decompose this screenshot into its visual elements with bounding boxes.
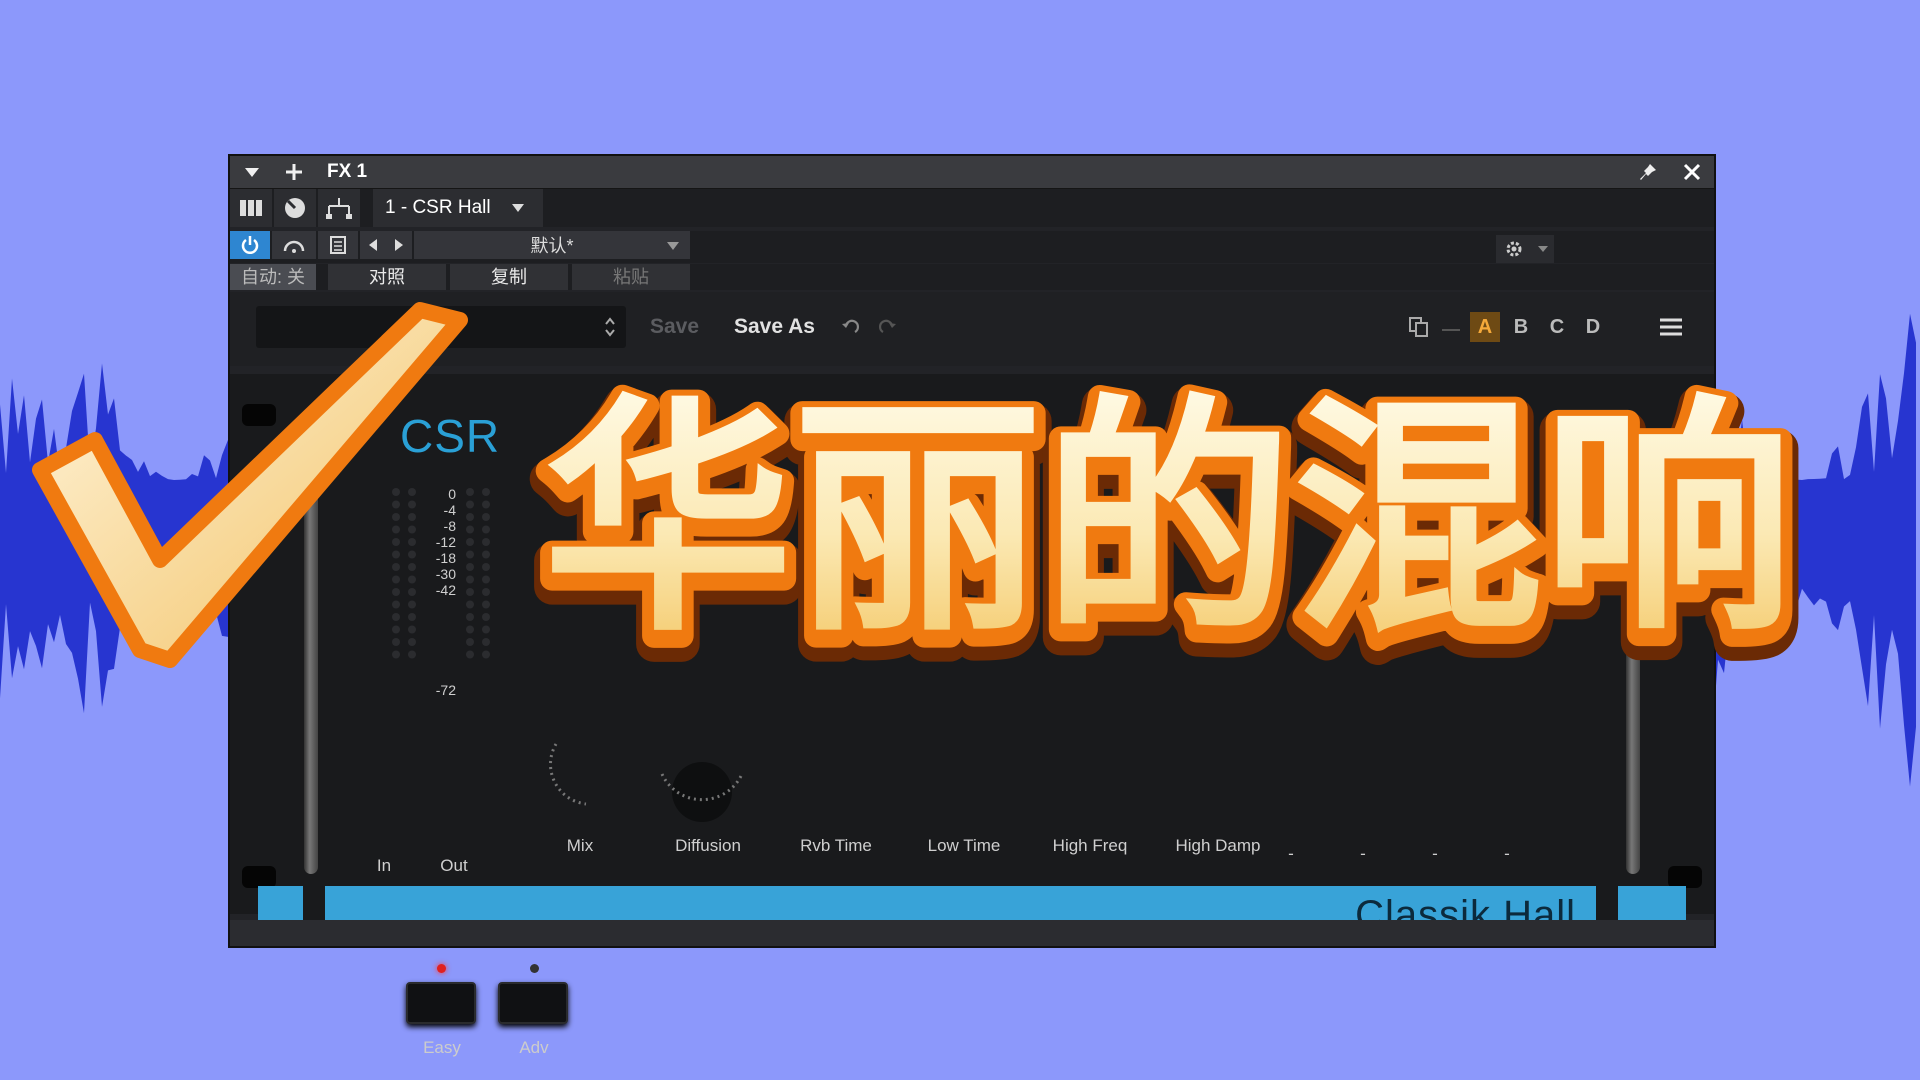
overlay-title: 华丽的混响 华丽的混响 华丽的混响 xyxy=(525,370,1811,670)
overlay-title-text: 华丽的混响 xyxy=(543,374,1793,665)
checkmark-icon xyxy=(32,302,468,668)
